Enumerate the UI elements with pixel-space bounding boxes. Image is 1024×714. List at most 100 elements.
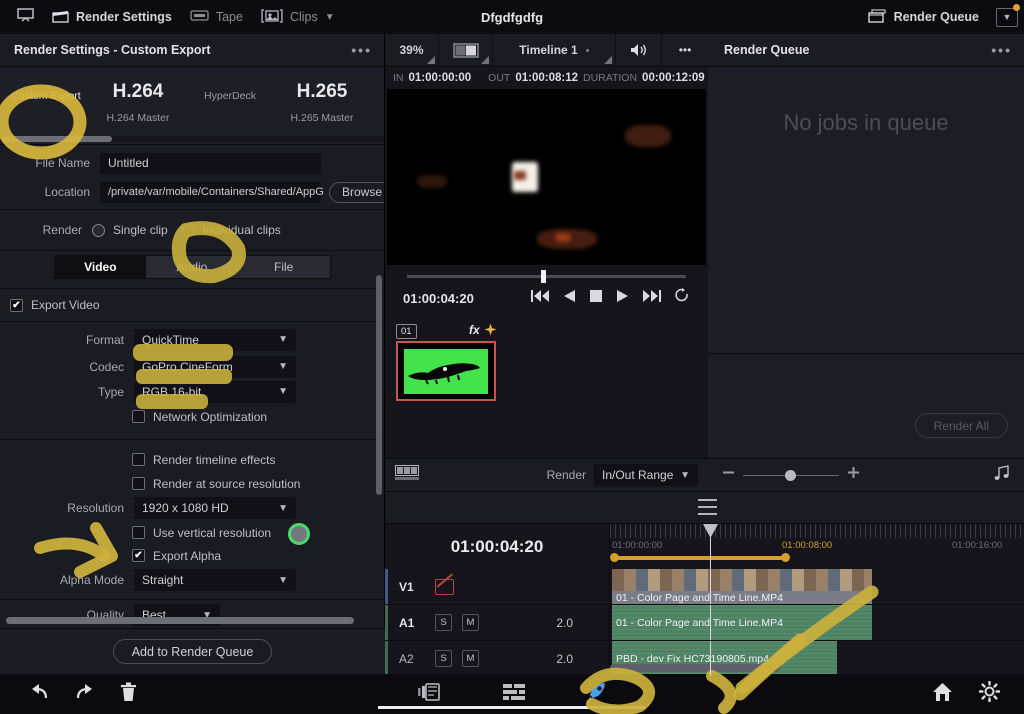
file-name-input[interactable]: Untitled xyxy=(100,152,321,174)
viewer-timeline-name[interactable]: Timeline 1 xyxy=(493,33,616,67)
audio-waveform-icon[interactable] xyxy=(994,464,1010,486)
add-to-render-queue-button[interactable]: Add to Render Queue xyxy=(112,639,273,664)
location-label: Location xyxy=(44,185,90,199)
video-disabled-icon[interactable] xyxy=(435,578,454,595)
clip-thumbnails xyxy=(612,569,872,591)
preset-scrollbar[interactable] xyxy=(2,136,112,142)
use-vertical-resolution-checkbox[interactable] xyxy=(132,526,145,539)
out-point-marker[interactable] xyxy=(781,553,790,562)
alpha-mode-label: Alpha Mode xyxy=(59,573,124,587)
viewer-scrubber[interactable] xyxy=(407,270,686,283)
render-range-select[interactable]: In/Out Range ▼ xyxy=(594,464,698,486)
cut-page-icon[interactable] xyxy=(417,682,443,707)
browse-button[interactable]: Browse xyxy=(329,181,384,203)
viewer-split-view-button[interactable] xyxy=(439,33,493,67)
format-select[interactable]: QuickTime ▼ xyxy=(134,328,296,351)
solo-button-a2[interactable]: S xyxy=(435,650,452,667)
render-settings-tab[interactable]: Render Settings xyxy=(43,0,181,34)
solo-button-a1[interactable]: S xyxy=(435,614,452,631)
mute-button-a1[interactable]: M xyxy=(462,614,479,631)
network-optimization-checkbox[interactable] xyxy=(132,410,145,423)
duration-value[interactable]: 00:00:12:09 xyxy=(642,72,705,84)
location-input[interactable]: /private/var/mobile/Containers/Shared/Ap… xyxy=(100,181,324,203)
go-to-start-icon[interactable] xyxy=(531,289,550,308)
render-queue-toggle[interactable]: ▼ xyxy=(996,3,1020,27)
chevron-down-icon[interactable]: ▼ xyxy=(325,12,335,23)
settings-vertical-scrollbar[interactable] xyxy=(376,275,382,495)
fx-icon[interactable]: fx xyxy=(469,323,480,337)
alpha-mode-select[interactable]: Straight ▼ xyxy=(134,569,296,591)
tab-video[interactable]: Video xyxy=(54,256,147,278)
mute-button-a2[interactable]: M xyxy=(462,650,479,667)
in-point-marker[interactable] xyxy=(610,553,619,562)
tape-tab[interactable]: Tape xyxy=(181,0,252,34)
play-icon[interactable] xyxy=(616,289,629,308)
preset-strip[interactable]: Custom Export H.264 H.264 Master HyperDe… xyxy=(0,67,384,145)
preset-custom-export[interactable]: Custom Export xyxy=(0,73,92,102)
zoom-out-icon[interactable] xyxy=(722,466,735,484)
redo-icon[interactable] xyxy=(74,683,96,706)
render-all-button[interactable]: Render All xyxy=(914,413,1008,438)
track-body-a1[interactable]: 01 - Color Page and Time Line.MP4 xyxy=(610,605,1024,640)
zoom-in-icon[interactable] xyxy=(847,466,860,484)
export-video-checkbox[interactable]: ✔ xyxy=(10,298,23,312)
preset-prores-422[interactable]: ProRe ProRes 422 xyxy=(368,73,384,124)
radio-single-clip[interactable] xyxy=(92,223,105,237)
deliver-page-icon[interactable] xyxy=(585,681,607,708)
video-preview[interactable] xyxy=(387,89,706,265)
out-value[interactable]: 01:00:08:12 xyxy=(515,72,578,84)
edit-page-icon[interactable] xyxy=(501,682,527,707)
render-timeline-effects-checkbox[interactable] xyxy=(132,453,145,466)
scrubber-handle[interactable] xyxy=(540,270,546,283)
viewer-options-icon[interactable]: ••• xyxy=(662,34,708,67)
go-to-end-icon[interactable] xyxy=(642,289,661,308)
tab-audio[interactable]: Audio xyxy=(146,256,238,278)
clip-thumbnail[interactable] xyxy=(396,341,496,401)
render-settings-options-icon[interactable]: ••• xyxy=(351,42,372,58)
render-queue-title: Render Queue xyxy=(724,43,810,57)
home-icon[interactable] xyxy=(932,682,953,707)
timeline-clip-v1[interactable]: 01 - Color Page and Time Line.MP4 xyxy=(612,569,872,604)
track-accent xyxy=(385,569,388,604)
timeline-ruler-area[interactable]: 01:00:00:00 01:00:08:00 01:00:16:00 xyxy=(610,524,1024,569)
keyframe-icon[interactable] xyxy=(484,323,497,341)
chevron-down-icon: ▼ xyxy=(278,502,288,514)
viewer-mode-button[interactable] xyxy=(8,0,43,34)
in-value[interactable]: 01:00:00:00 xyxy=(409,72,472,84)
radio-individual-clips[interactable] xyxy=(181,223,195,237)
tab-file[interactable]: File xyxy=(237,256,330,278)
zoom-slider-handle[interactable] xyxy=(785,469,796,481)
gear-icon[interactable] xyxy=(978,680,1001,707)
preset-h265-master[interactable]: H.265 H.265 Master xyxy=(276,73,368,124)
timeline-menu-icon[interactable] xyxy=(698,499,717,515)
resolution-select[interactable]: 1920 x 1080 HD ▼ xyxy=(134,497,296,519)
track-body-v1[interactable]: 01 - Color Page and Time Line.MP4 xyxy=(610,569,1024,604)
viewer-audio-button[interactable] xyxy=(616,33,662,67)
undo-icon[interactable] xyxy=(28,683,50,706)
clips-icon xyxy=(261,8,283,26)
render-queue-button[interactable]: Render Queue xyxy=(859,0,988,34)
timeline-clip-a1[interactable]: 01 - Color Page and Time Line.MP4 xyxy=(612,605,872,640)
channel-count-a2: 2.0 xyxy=(556,651,573,666)
delete-icon[interactable] xyxy=(120,682,137,707)
render-queue-options-icon[interactable]: ••• xyxy=(991,42,1012,58)
viewer-zoom-level[interactable]: 39% xyxy=(385,33,439,67)
render-queue-icon xyxy=(867,8,887,26)
zoom-slider[interactable] xyxy=(743,469,839,481)
filmstrip-icon[interactable] xyxy=(395,465,419,485)
codec-select[interactable]: GoPro CineForm ▼ xyxy=(134,355,296,378)
type-select[interactable]: RGB 16-bit ▼ xyxy=(134,380,296,403)
playhead[interactable] xyxy=(703,524,718,569)
preset-hyperdeck[interactable]: HyperDeck xyxy=(184,73,276,102)
export-video-row: ✔ Export Video xyxy=(0,292,384,318)
render-at-source-resolution-checkbox[interactable] xyxy=(132,477,145,490)
timeline-horizontal-scrollbar[interactable] xyxy=(610,664,780,672)
in-out-range-bar[interactable] xyxy=(610,553,790,562)
clips-tab[interactable]: Clips ▼ xyxy=(252,0,344,34)
stop-icon[interactable] xyxy=(589,289,603,308)
settings-horizontal-scrollbar[interactable] xyxy=(6,617,354,624)
preset-h264-master[interactable]: H.264 H.264 Master xyxy=(92,73,184,124)
loop-icon[interactable] xyxy=(674,288,690,308)
export-alpha-checkbox[interactable]: ✔ xyxy=(132,549,145,562)
play-reverse-icon[interactable] xyxy=(563,289,576,308)
